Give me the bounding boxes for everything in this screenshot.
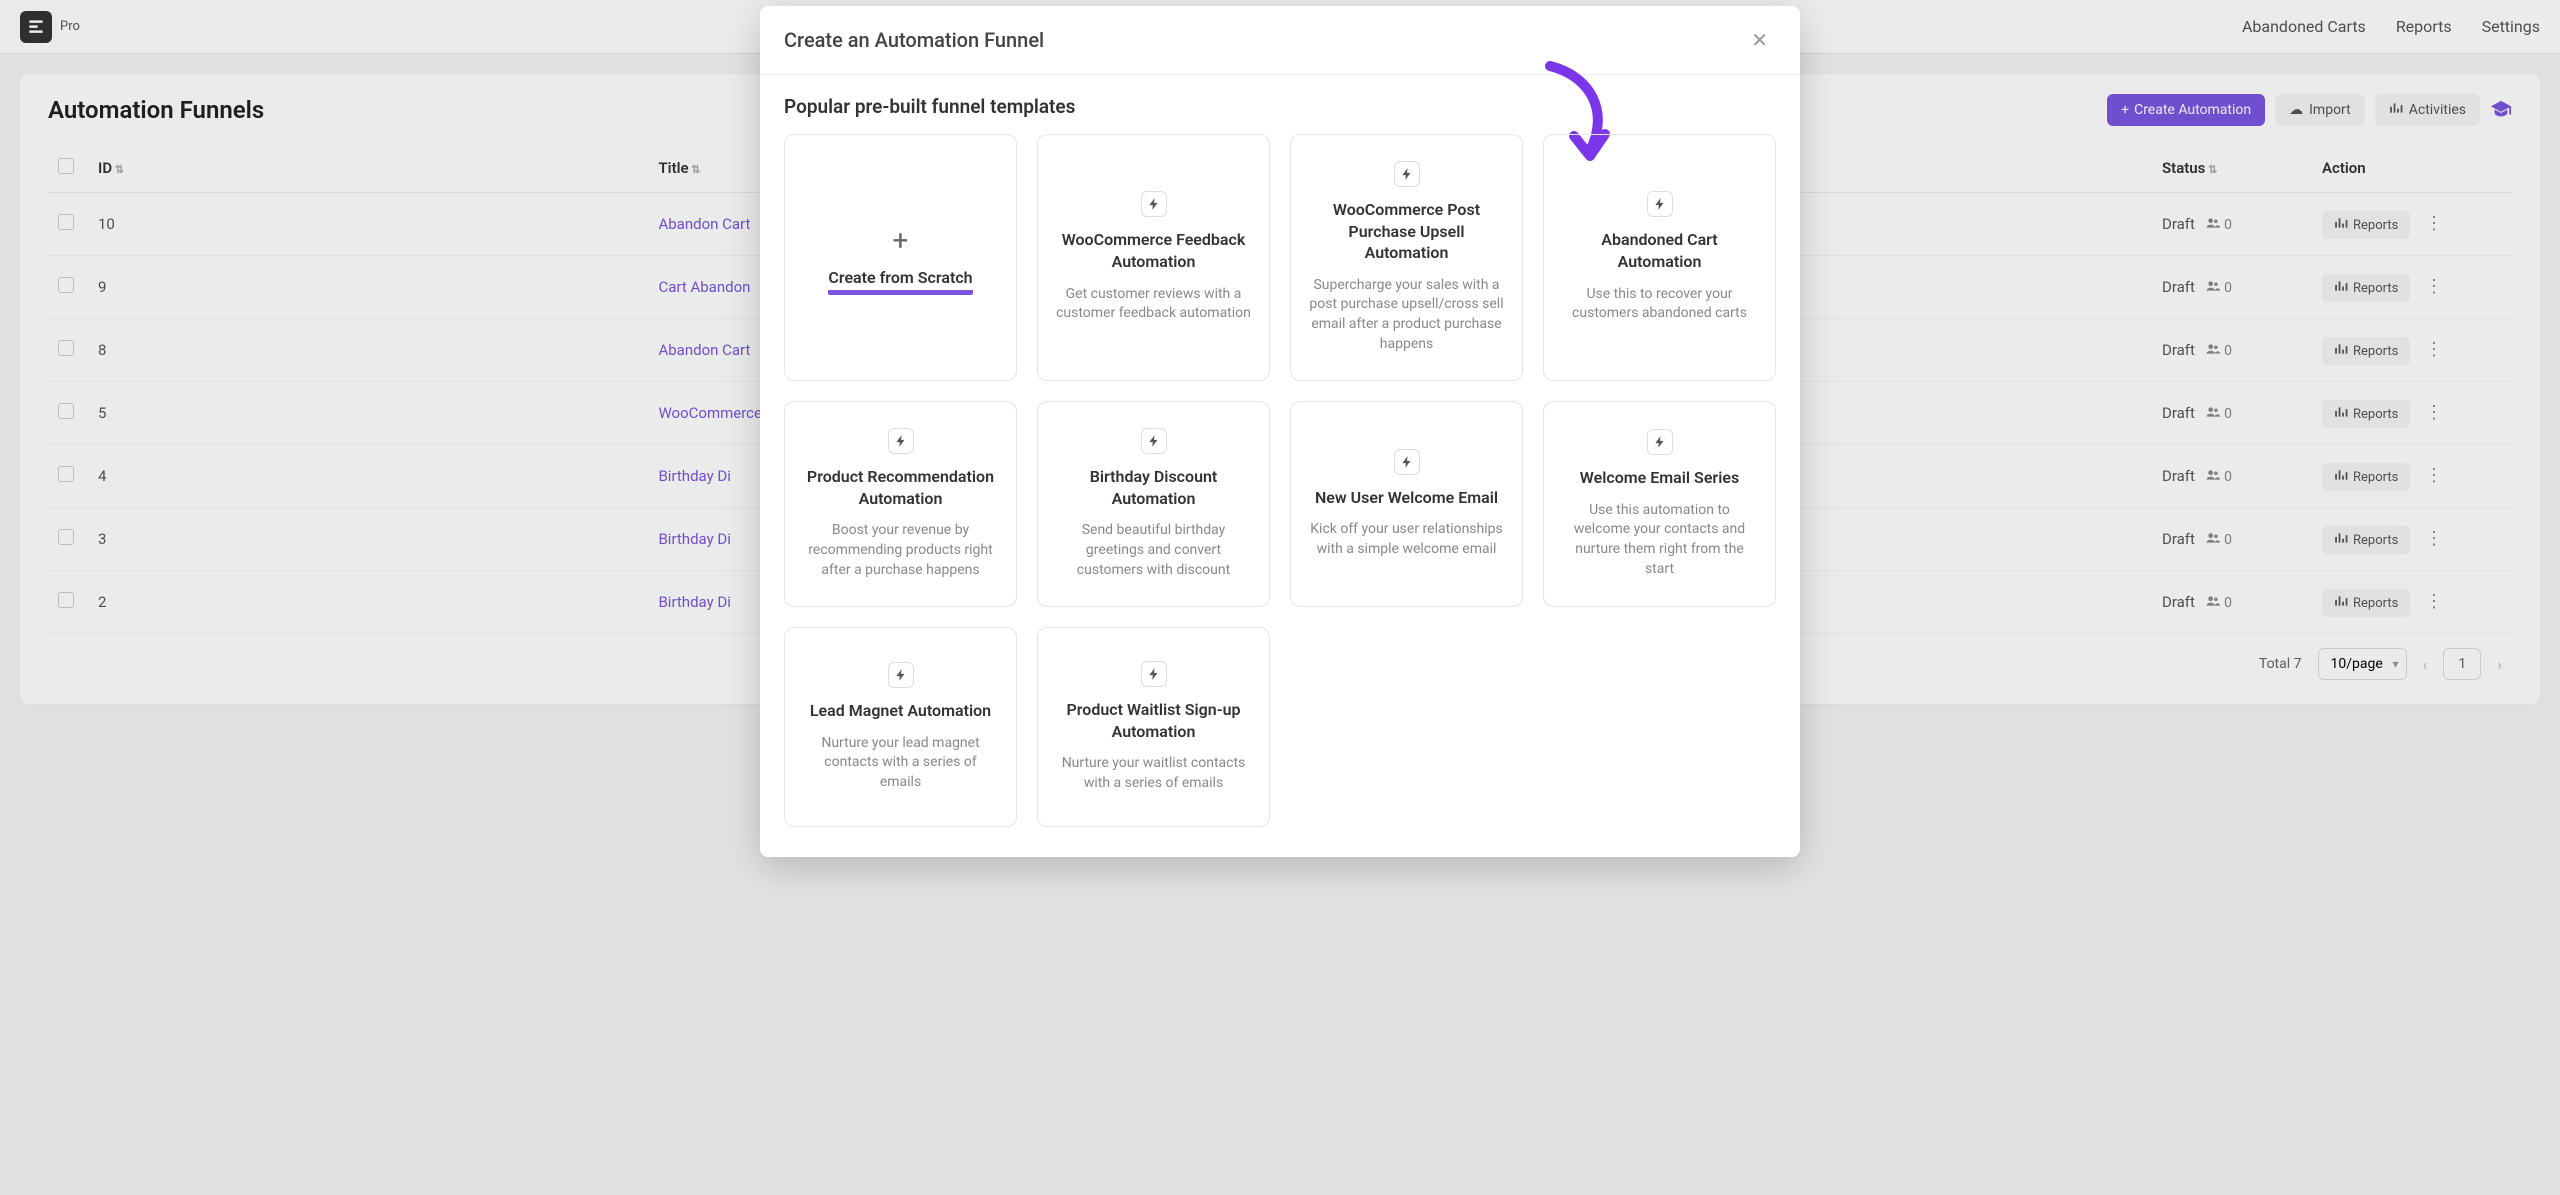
- plus-icon: +: [893, 227, 909, 255]
- template-card[interactable]: WooCommerce Feedback Automation Get cust…: [1037, 134, 1270, 381]
- bolt-icon: [1394, 449, 1420, 475]
- template-card[interactable]: Birthday Discount Automation Send beauti…: [1037, 401, 1270, 607]
- template-title: Product Recommendation Automation: [803, 466, 998, 509]
- bolt-icon: [888, 662, 914, 688]
- template-desc: Nurture your lead magnet contacts with a…: [803, 734, 998, 793]
- template-title: Product Waitlist Sign-up Automation: [1056, 699, 1251, 742]
- template-title: Welcome Email Series: [1580, 467, 1739, 489]
- template-title: WooCommerce Feedback Automation: [1056, 229, 1251, 272]
- template-card[interactable]: Product Waitlist Sign-up Automation Nurt…: [1037, 627, 1270, 827]
- template-title: Abandoned Cart Automation: [1562, 229, 1757, 272]
- bolt-icon: [1647, 429, 1673, 455]
- template-card[interactable]: Product Recommendation Automation Boost …: [784, 401, 1017, 607]
- bolt-icon: [888, 428, 914, 454]
- template-desc: Use this automation to welcome your cont…: [1562, 501, 1757, 579]
- template-card[interactable]: Welcome Email Series Use this automation…: [1543, 401, 1776, 607]
- template-desc: Supercharge your sales with a post purch…: [1309, 276, 1504, 354]
- bolt-icon: [1647, 191, 1673, 217]
- bolt-icon: [1394, 161, 1420, 187]
- modal-overlay: Create an Automation Funnel ✕ Popular pr…: [0, 0, 2560, 1195]
- template-card[interactable]: + Create from Scratch: [784, 134, 1017, 381]
- create-automation-modal: Create an Automation Funnel ✕ Popular pr…: [760, 6, 1800, 857]
- template-card[interactable]: WooCommerce Post Purchase Upsell Automat…: [1290, 134, 1523, 381]
- bolt-icon: [1141, 428, 1167, 454]
- modal-title: Create an Automation Funnel: [784, 28, 1044, 52]
- template-title: Lead Magnet Automation: [810, 700, 991, 722]
- bolt-icon: [1141, 191, 1167, 217]
- close-icon[interactable]: ✕: [1743, 24, 1776, 56]
- template-title: Birthday Discount Automation: [1056, 466, 1251, 509]
- template-title: WooCommerce Post Purchase Upsell Automat…: [1309, 199, 1504, 264]
- template-title: New User Welcome Email: [1315, 487, 1498, 509]
- template-desc: Use this to recover your customers aband…: [1562, 285, 1757, 324]
- template-desc: Nurture your waitlist contacts with a se…: [1056, 754, 1251, 793]
- template-desc: Get customer reviews with a customer fee…: [1056, 285, 1251, 324]
- template-desc: Kick off your user relationships with a …: [1309, 520, 1504, 559]
- template-desc: Boost your revenue by recommending produ…: [803, 521, 998, 580]
- bolt-icon: [1141, 661, 1167, 687]
- template-card[interactable]: New User Welcome Email Kick off your use…: [1290, 401, 1523, 607]
- template-desc: Send beautiful birthday greetings and co…: [1056, 521, 1251, 580]
- template-card[interactable]: Abandoned Cart Automation Use this to re…: [1543, 134, 1776, 381]
- template-title: Create from Scratch: [828, 267, 972, 289]
- template-card[interactable]: Lead Magnet Automation Nurture your lead…: [784, 627, 1017, 827]
- templates-section-title: Popular pre-built funnel templates: [784, 95, 1776, 118]
